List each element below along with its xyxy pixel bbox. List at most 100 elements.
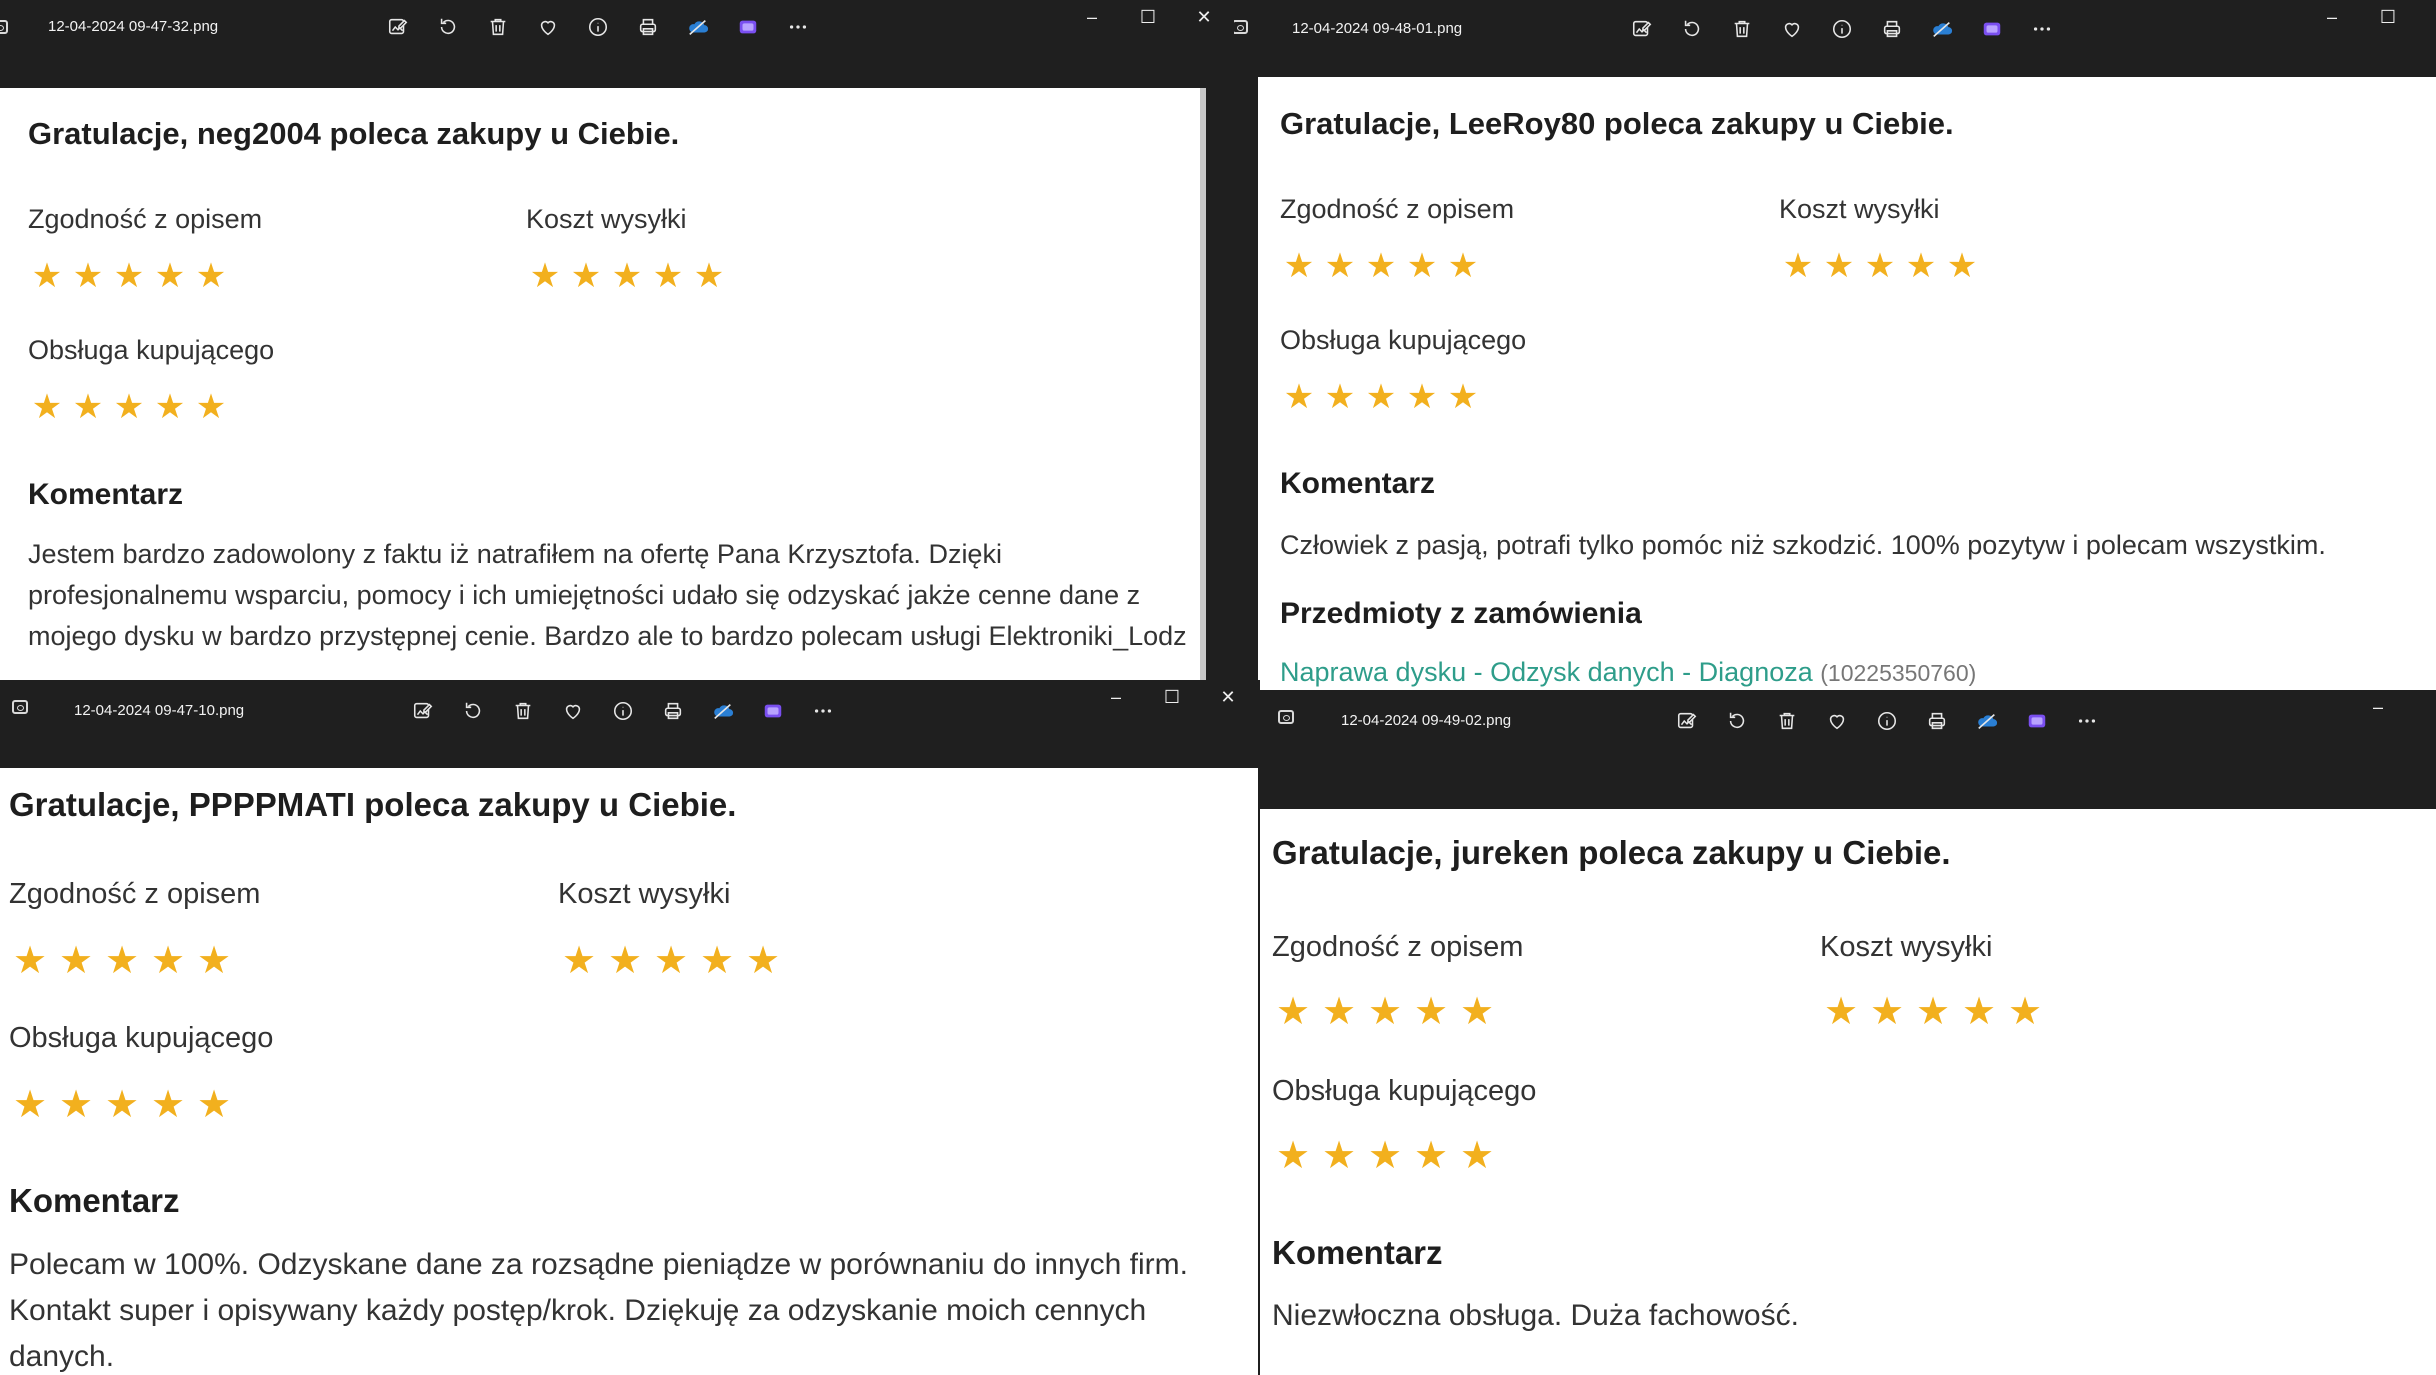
minimize-button[interactable]: – bbox=[1088, 683, 1144, 711]
toolbar bbox=[1628, 15, 2056, 43]
delete-icon[interactable] bbox=[509, 697, 537, 725]
edit-image-icon[interactable] bbox=[384, 13, 412, 41]
delete-icon[interactable] bbox=[484, 13, 512, 41]
edit-image-icon[interactable] bbox=[1673, 707, 1701, 735]
star-icon: ★ bbox=[12, 1084, 48, 1126]
service-rating-label: Obsługa kupującego bbox=[28, 335, 275, 365]
ship-rating-label: Koszt wysyłki bbox=[558, 878, 731, 910]
close-button[interactable]: ✕ bbox=[1176, 3, 1232, 31]
clipchamp-icon[interactable] bbox=[2023, 707, 2051, 735]
clipchamp-icon[interactable] bbox=[1978, 15, 2006, 43]
star-icon: ★ bbox=[1321, 991, 1357, 1033]
star-icon: ★ bbox=[150, 940, 186, 982]
comment-text: Niezwłoczna obsługa. Duża fachowość. bbox=[1272, 1299, 1799, 1332]
info-icon[interactable] bbox=[609, 697, 637, 725]
service-rating-label: Obsługa kupującego bbox=[1280, 325, 1527, 355]
print-icon[interactable] bbox=[659, 697, 687, 725]
info-icon[interactable] bbox=[584, 13, 612, 41]
favorite-icon[interactable] bbox=[559, 697, 587, 725]
star-icon: ★ bbox=[1406, 378, 1438, 416]
minimize-button[interactable]: – bbox=[2350, 693, 2406, 721]
star-icon: ★ bbox=[1447, 378, 1479, 416]
toolbar bbox=[384, 13, 812, 41]
star-icon: ★ bbox=[1275, 991, 1311, 1033]
print-icon[interactable] bbox=[1878, 15, 1906, 43]
ship-rating-label: Koszt wysyłki bbox=[526, 204, 687, 234]
star-icon: ★ bbox=[529, 257, 561, 295]
clipchamp-icon[interactable] bbox=[734, 13, 762, 41]
minimize-button[interactable]: – bbox=[1064, 3, 1120, 31]
ship-rating-label: Koszt wysyłki bbox=[1820, 931, 1993, 963]
star-icon: ★ bbox=[1782, 247, 1814, 285]
more-icon[interactable] bbox=[809, 697, 837, 725]
minimize-button[interactable]: – bbox=[2304, 3, 2360, 31]
star-icon: ★ bbox=[58, 940, 94, 982]
info-icon[interactable] bbox=[1828, 15, 1856, 43]
maximize-button[interactable]: ☐ bbox=[1144, 683, 1200, 711]
ship-rating-label: Koszt wysyłki bbox=[1779, 194, 1940, 224]
feedback-title: Gratulacje, PPPPMATI poleca zakupy u Cie… bbox=[9, 786, 737, 823]
rotate-icon[interactable] bbox=[1723, 707, 1751, 735]
favorite-icon[interactable] bbox=[1823, 707, 1851, 735]
service-rating-label: Obsługa kupującego bbox=[1272, 1075, 1537, 1107]
rotate-icon[interactable] bbox=[1678, 15, 1706, 43]
ship-rating-stars: ★ ★ ★ ★ ★ bbox=[1781, 246, 1986, 286]
order-item-id: (10225350760) bbox=[1820, 660, 1977, 686]
star-icon: ★ bbox=[195, 388, 227, 426]
star-icon: ★ bbox=[570, 257, 602, 295]
onedrive-icon[interactable] bbox=[1928, 15, 1956, 43]
star-icon: ★ bbox=[1823, 247, 1855, 285]
order-items-heading: Przedmioty z zamówienia bbox=[1280, 597, 1642, 630]
star-icon: ★ bbox=[1915, 991, 1951, 1033]
onedrive-icon[interactable] bbox=[684, 13, 712, 41]
photos-app-icon bbox=[1278, 710, 1294, 724]
star-icon: ★ bbox=[1413, 991, 1449, 1033]
star-icon: ★ bbox=[1459, 991, 1495, 1033]
onedrive-icon[interactable] bbox=[1973, 707, 2001, 735]
favorite-icon[interactable] bbox=[534, 13, 562, 41]
star-icon: ★ bbox=[12, 940, 48, 982]
star-icon: ★ bbox=[1275, 1135, 1311, 1177]
rotate-icon[interactable] bbox=[459, 697, 487, 725]
star-icon: ★ bbox=[196, 1084, 232, 1126]
more-icon[interactable] bbox=[2073, 707, 2101, 735]
service-rating-stars: ★ ★ ★ ★ ★ bbox=[11, 1082, 241, 1127]
rotate-icon[interactable] bbox=[434, 13, 462, 41]
info-icon[interactable] bbox=[1873, 707, 1901, 735]
star-icon: ★ bbox=[31, 388, 63, 426]
maximize-button[interactable]: ☐ bbox=[2360, 3, 2416, 31]
onedrive-icon[interactable] bbox=[709, 697, 737, 725]
order-item-link[interactable]: Naprawa dysku - Odzysk danych - Diagnoza bbox=[1280, 657, 1813, 687]
delete-icon[interactable] bbox=[1773, 707, 1801, 735]
service-rating-stars: ★ ★ ★ ★ ★ bbox=[1274, 1133, 1504, 1178]
star-icon: ★ bbox=[1324, 247, 1356, 285]
star-icon: ★ bbox=[72, 388, 104, 426]
desc-rating-label: Zgodność z opisem bbox=[1272, 931, 1524, 963]
star-icon: ★ bbox=[745, 940, 781, 982]
star-icon: ★ bbox=[561, 940, 597, 982]
more-icon[interactable] bbox=[784, 13, 812, 41]
desc-rating-label: Zgodność z opisem bbox=[28, 204, 263, 234]
favorite-icon[interactable] bbox=[1778, 15, 1806, 43]
star-icon: ★ bbox=[1864, 247, 1896, 285]
photo-window-2: 12-04-2024 09-48-01.png – ☐ Gratulacje, … bbox=[1234, 0, 2436, 690]
clipchamp-icon[interactable] bbox=[759, 697, 787, 725]
star-icon: ★ bbox=[1321, 1135, 1357, 1177]
edit-image-icon[interactable] bbox=[409, 697, 437, 725]
toolbar bbox=[409, 697, 837, 725]
print-icon[interactable] bbox=[634, 13, 662, 41]
more-icon[interactable] bbox=[2028, 15, 2056, 43]
scrollbar[interactable] bbox=[1200, 88, 1206, 680]
edit-image-icon[interactable] bbox=[1628, 15, 1656, 43]
photos-app-icon bbox=[12, 700, 28, 714]
feedback-title: Gratulacje, LeeRoy80 poleca zakupy u Cie… bbox=[1280, 106, 1954, 141]
photo-window-4: 12-04-2024 09-49-02.png – Gratulacje, ju… bbox=[1260, 690, 2436, 1375]
feedback-view: Gratulacje, neg2004 poleca zakupy u Cieb… bbox=[0, 88, 1200, 680]
star-icon: ★ bbox=[699, 940, 735, 982]
delete-icon[interactable] bbox=[1728, 15, 1756, 43]
print-icon[interactable] bbox=[1923, 707, 1951, 735]
star-icon: ★ bbox=[58, 1084, 94, 1126]
close-button[interactable]: ✕ bbox=[1200, 683, 1256, 711]
comment-text: Polecam w 100%. Odzyskane dane za rozsąd… bbox=[9, 1248, 1188, 1373]
maximize-button[interactable]: ☐ bbox=[1120, 3, 1176, 31]
